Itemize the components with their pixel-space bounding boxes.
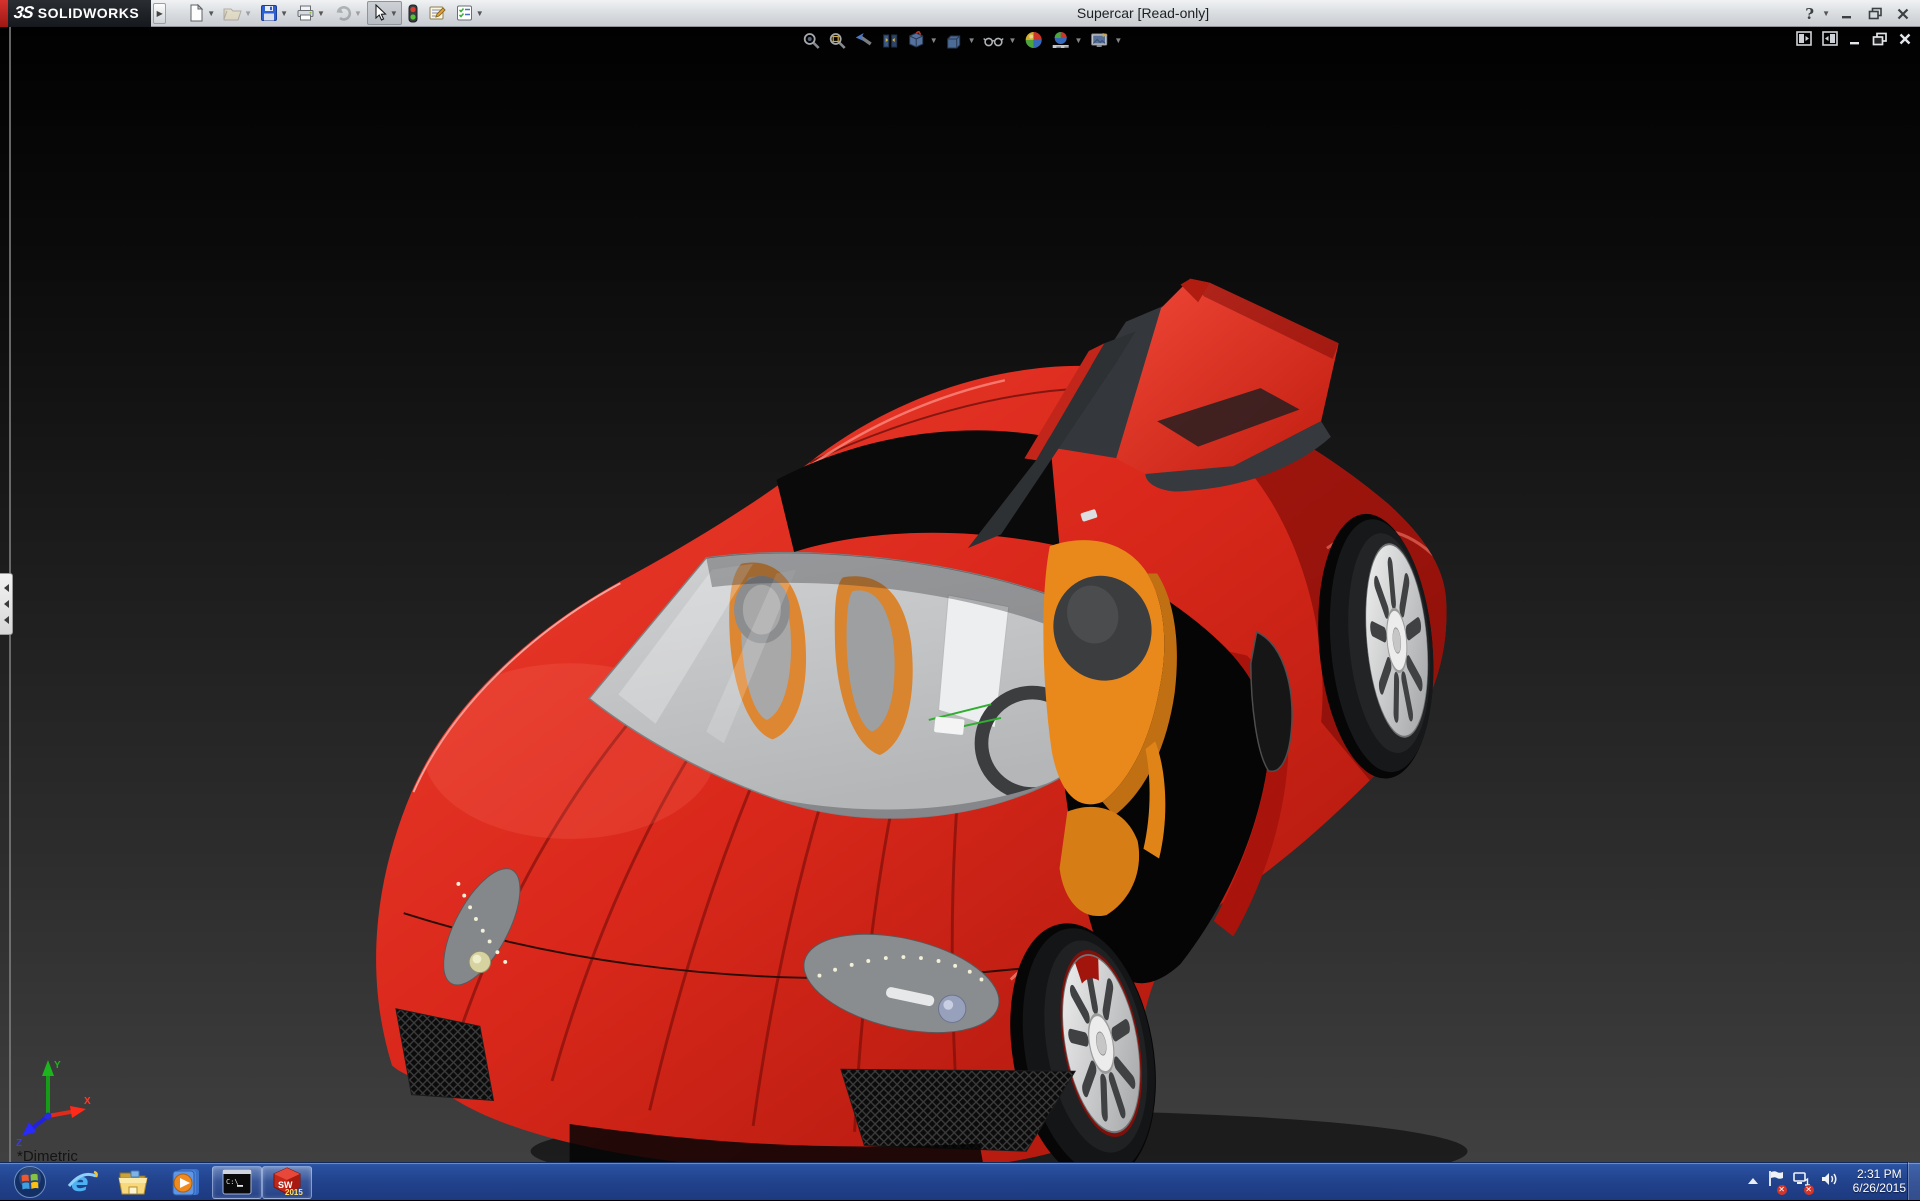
volume-tray-icon[interactable]: [1820, 1171, 1838, 1192]
standard-toolbar: ▼ ▼ ▼ ▼: [184, 1, 486, 25]
media-player-icon: [170, 1166, 202, 1198]
taskbar-item-media-player[interactable]: [160, 1164, 212, 1200]
error-badge: ✕: [1804, 1185, 1814, 1195]
rebuild-button[interactable]: [404, 2, 422, 25]
help-dropdown-caret[interactable]: ▼: [1822, 9, 1830, 18]
dropdown-caret[interactable]: ▼: [476, 9, 484, 18]
print-icon: [296, 4, 315, 22]
x-axis-arrow: [70, 1106, 86, 1118]
select-cursor-icon: [371, 4, 388, 22]
rebuild-traffic-light-icon: [407, 4, 419, 23]
supercar-3d-model[interactable]: [0, 27, 1920, 1162]
file-properties-button[interactable]: [424, 2, 450, 24]
minimize-icon: [1840, 8, 1854, 20]
new-document-icon: [187, 4, 205, 22]
clock-time: 2:31 PM: [1853, 1167, 1906, 1181]
dassault-3s-icon: 3S: [13, 3, 35, 23]
new-document-button[interactable]: ▼: [184, 2, 218, 24]
restore-icon: [1868, 7, 1883, 20]
help-button[interactable]: ?: [1805, 5, 1814, 23]
sw-year-label: 2015: [285, 1188, 303, 1197]
file-properties-icon: [427, 4, 447, 22]
brand-text: SOLIDWORKS: [38, 5, 139, 21]
clock[interactable]: 2:31 PM 6/26/2015: [1853, 1167, 1906, 1195]
z-axis-label: Z: [16, 1138, 22, 1148]
print-button[interactable]: ▼: [293, 2, 328, 24]
open-document-icon: [223, 4, 242, 22]
taskbar-item-file-explorer[interactable]: [108, 1164, 160, 1200]
solidworks-2015-icon: SW 2015: [271, 1167, 303, 1197]
reference-triad: Y X Z: [12, 1056, 96, 1148]
options-button[interactable]: ▼: [452, 2, 487, 24]
accent-strip: [0, 0, 8, 27]
taskbar-item-internet-explorer[interactable]: e: [56, 1164, 108, 1200]
command-prompt-icon: C:\: [222, 1169, 252, 1195]
close-icon: [1896, 8, 1910, 20]
dropdown-caret[interactable]: ▼: [244, 9, 252, 18]
minimize-button[interactable]: [1836, 5, 1858, 23]
dropdown-caret[interactable]: ▼: [354, 9, 362, 18]
save-button[interactable]: ▼: [257, 2, 291, 24]
dropdown-caret[interactable]: ▼: [390, 9, 398, 18]
restore-button[interactable]: [1864, 5, 1886, 23]
taskbar-item-command-prompt[interactable]: C:\: [212, 1166, 262, 1199]
menu-expand-arrow[interactable]: ▶: [153, 3, 166, 24]
console-button: [934, 716, 965, 735]
solidworks-logo: 3S SOLIDWORKS: [8, 0, 151, 27]
save-icon: [260, 4, 278, 22]
taskbar: e: [0, 1162, 1920, 1200]
close-button[interactable]: [1892, 5, 1914, 23]
dropdown-caret[interactable]: ▼: [280, 9, 288, 18]
system-tray: ✕ ✕ 2:31 PM 6/26/2015: [1748, 1162, 1906, 1200]
action-center-tray-icon[interactable]: ✕: [1767, 1170, 1784, 1192]
view-orientation-status: *Dimetric: [17, 1148, 78, 1162]
graphics-viewport[interactable]: ▼ ▼ ▼: [0, 27, 1920, 1162]
windows-start-icon: [13, 1165, 47, 1199]
show-desktop-button[interactable]: [1907, 1162, 1920, 1200]
hidden-icons-arrow[interactable]: [1748, 1178, 1758, 1184]
taskbar-items: e: [4, 1163, 312, 1201]
network-tray-icon[interactable]: ✕: [1793, 1171, 1811, 1192]
options-checklist-icon: [455, 4, 474, 22]
window-controls: ? ▼: [1805, 0, 1914, 27]
y-axis-label: Y: [54, 1060, 61, 1071]
speaker-icon: [1820, 1171, 1838, 1187]
undo-button[interactable]: ▼: [330, 2, 365, 24]
dropdown-caret[interactable]: ▼: [207, 9, 215, 18]
folder-icon: [117, 1167, 151, 1197]
open-document-button[interactable]: ▼: [220, 2, 255, 24]
clock-date: 6/26/2015: [1853, 1181, 1906, 1195]
undo-icon: [333, 4, 352, 22]
x-axis-label: X: [84, 1096, 91, 1107]
internet-explorer-icon: e: [66, 1166, 98, 1198]
start-button[interactable]: [4, 1164, 56, 1200]
select-button[interactable]: ▼: [367, 1, 402, 25]
y-axis-arrow: [42, 1060, 54, 1076]
window-title: Supercar [Read-only]: [1077, 5, 1209, 21]
error-badge: ✕: [1777, 1185, 1787, 1195]
titlebar: 3S SOLIDWORKS ▶ ▼ ▼ ▼: [0, 0, 1920, 27]
dropdown-caret[interactable]: ▼: [317, 9, 325, 18]
cmd-label: C:\: [226, 1178, 239, 1186]
taskbar-item-solidworks-2015[interactable]: SW 2015: [262, 1166, 312, 1199]
